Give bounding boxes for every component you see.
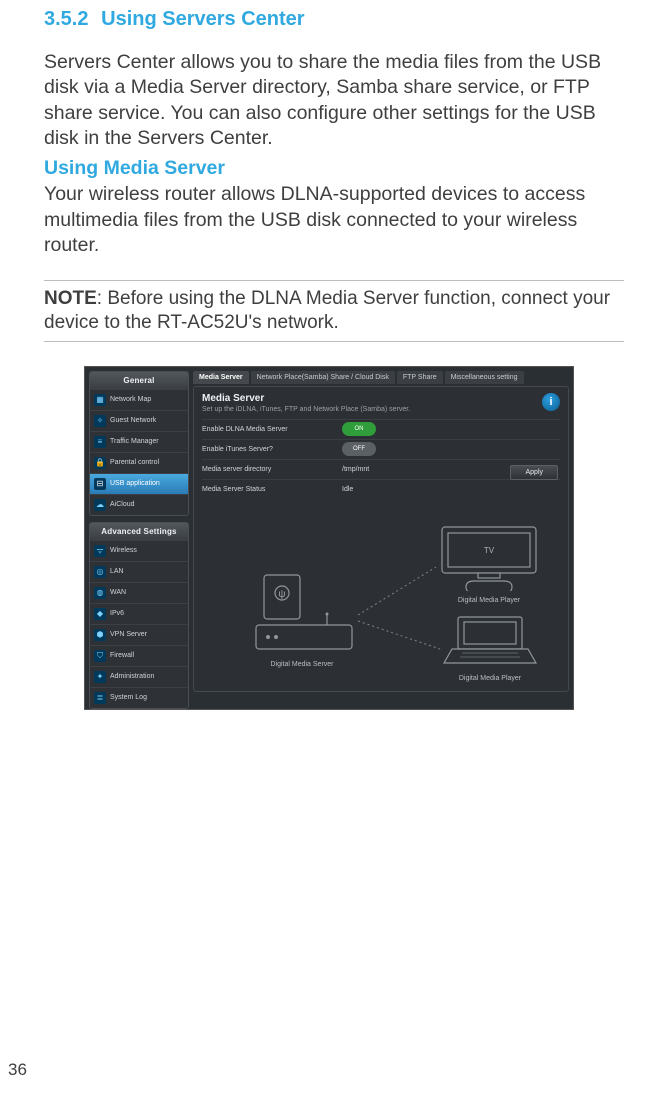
ipv6-icon: ◆ [94, 608, 106, 620]
label-media-status: Media Server Status [202, 486, 342, 493]
wan-icon: ◍ [94, 587, 106, 599]
traffic-manager-icon: ≡ [94, 436, 106, 448]
apply-button[interactable]: Apply [510, 465, 558, 480]
tab-misc-setting[interactable]: Miscellaneous setting [445, 371, 524, 384]
section-number: 3.5.2 [44, 8, 88, 30]
row-enable-dlna: Enable DLNA Media Server ON [202, 419, 560, 439]
main-panel: Media Server Network Place(Samba) Share … [193, 371, 569, 705]
divider [44, 280, 624, 281]
toggle-enable-itunes[interactable]: OFF [342, 442, 376, 456]
section-title: Using Servers Center [101, 8, 304, 30]
sidebar-item-parental-control[interactable]: 🔒Parental control [90, 452, 188, 473]
subheading-media-server: Using Media Server [44, 157, 624, 180]
label-enable-itunes: Enable iTunes Server? [202, 446, 342, 453]
sidebar-item-wan[interactable]: ◍WAN [90, 582, 188, 603]
wifi-icon: ᯤ [94, 545, 106, 557]
sidebar-group-advanced: Advanced Settings ᯤWireless ◎LAN ◍WAN ◆I… [89, 522, 189, 709]
sidebar: General ▦Network Map ✧Guest Network ≡Tra… [89, 371, 189, 705]
tab-media-server[interactable]: Media Server [193, 371, 249, 384]
sidebar-item-traffic-manager[interactable]: ≡Traffic Manager [90, 431, 188, 452]
admin-icon: ✦ [94, 671, 106, 683]
sidebar-item-network-map[interactable]: ▦Network Map [90, 389, 188, 410]
tab-ftp-share[interactable]: FTP Share [397, 371, 443, 384]
tab-bar: Media Server Network Place(Samba) Share … [193, 371, 569, 384]
note-text: : Before using the DLNA Media Server fun… [44, 288, 610, 333]
sidebar-item-firewall[interactable]: ⛉Firewall [90, 645, 188, 666]
sidebar-item-vpn-server[interactable]: ⬢VPN Server [90, 624, 188, 645]
paragraph-intro: Servers Center allows you to share the m… [44, 50, 624, 151]
row-enable-itunes: Enable iTunes Server? OFF [202, 439, 560, 459]
divider [44, 341, 624, 342]
sidebar-header-general: General [90, 372, 188, 389]
value-media-directory: /tmp/mnt [342, 466, 369, 473]
network-map-icon: ▦ [94, 394, 106, 406]
settings-panel: i Media Server Set up the iDLNA, iTunes,… [193, 386, 569, 692]
cloud-icon: ☁ [94, 499, 106, 511]
row-media-directory: Media server directory /tmp/mnt [202, 459, 560, 479]
paragraph-media-server: Your wireless router allows DLNA-support… [44, 182, 624, 258]
sidebar-item-system-log[interactable]: ≣System Log [90, 687, 188, 708]
panel-title: Media Server [202, 393, 560, 404]
value-media-status: Idle [342, 486, 353, 493]
sidebar-item-wireless[interactable]: ᯤWireless [90, 540, 188, 561]
vpn-icon: ⬢ [94, 629, 106, 641]
lock-icon: 🔒 [94, 457, 106, 469]
sidebar-item-ipv6[interactable]: ◆IPv6 [90, 603, 188, 624]
sidebar-group-general: General ▦Network Map ✧Guest Network ≡Tra… [89, 371, 189, 516]
panel-subtitle: Set up the iDLNA, iTunes, FTP and Networ… [202, 406, 560, 413]
sidebar-item-lan[interactable]: ◎LAN [90, 561, 188, 582]
note-block: NOTE: Before using the DLNA Media Server… [44, 287, 624, 335]
shield-icon: ⛉ [94, 650, 106, 662]
label-media-directory: Media server directory [202, 466, 342, 473]
label-enable-dlna: Enable DLNA Media Server [202, 426, 342, 433]
sidebar-item-aicloud[interactable]: ☁AiCloud [90, 494, 188, 515]
sidebar-item-guest-network[interactable]: ✧Guest Network [90, 410, 188, 431]
usb-icon: ⊟ [94, 478, 106, 490]
guest-network-icon: ✧ [94, 415, 106, 427]
note-label: NOTE [44, 288, 97, 309]
log-icon: ≣ [94, 692, 106, 704]
toggle-enable-dlna[interactable]: ON [342, 422, 376, 436]
section-heading: 3.5.2 Using Servers Center [44, 4, 624, 32]
sidebar-item-administration[interactable]: ✦Administration [90, 666, 188, 687]
tab-samba-share[interactable]: Network Place(Samba) Share / Cloud Disk [251, 371, 395, 384]
diagram-connections [202, 521, 562, 681]
lan-icon: ◎ [94, 566, 106, 578]
sidebar-header-advanced: Advanced Settings [90, 523, 188, 540]
router-screenshot: General ▦Network Map ✧Guest Network ≡Tra… [84, 366, 574, 710]
sidebar-item-usb-application[interactable]: ⊟USB application [90, 473, 188, 494]
page-number: 36 [8, 1060, 27, 1080]
row-media-status: Media Server Status Idle [202, 479, 560, 499]
dlna-diagram: ψ Digital Media Server [202, 521, 560, 681]
help-icon[interactable]: i [542, 393, 560, 411]
